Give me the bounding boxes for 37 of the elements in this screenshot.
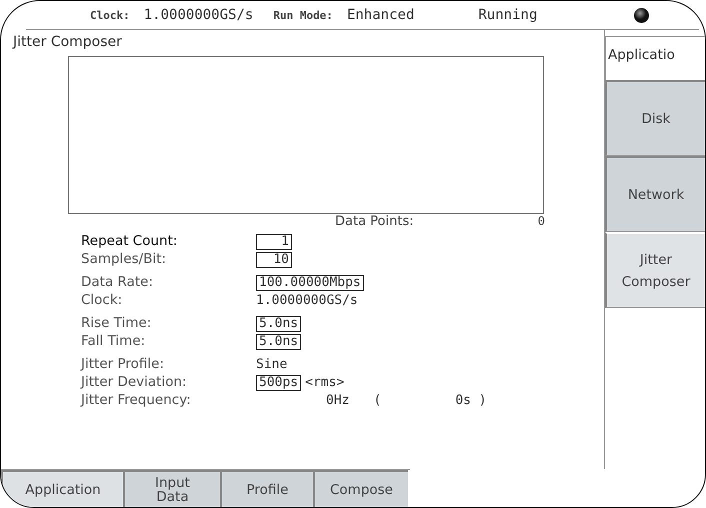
clock-value: 1.0000000GS/s (144, 7, 254, 23)
value-text: Sine (256, 357, 288, 372)
value-field[interactable]: 5.0ns (256, 334, 302, 350)
tab[interactable]: Application (1, 470, 123, 507)
menu-button[interactable]: Network (605, 156, 705, 232)
field-label: Jitter Frequency: (81, 392, 192, 409)
knob-icon (634, 8, 649, 22)
field-label: Samples/Bit: (81, 251, 168, 268)
run-mode-value: Enhanced (346, 7, 414, 23)
run-mode-label: Run Mode: (273, 8, 333, 22)
value-field[interactable]: 100.00000Mbps (256, 274, 364, 290)
field-label: Jitter Profile: (81, 356, 165, 373)
panel-title: Jitter Composer (13, 34, 123, 52)
run-state: Running (478, 7, 538, 23)
field-label: Repeat Count: (81, 233, 178, 250)
value-field[interactable]: 10 (256, 252, 292, 268)
value-field[interactable]: 500ps (256, 374, 302, 390)
tab[interactable]: Compose (313, 470, 408, 507)
paren-text: ( (373, 393, 382, 408)
data-points-label: Data Points: (335, 214, 414, 229)
clock-label: Clock: (90, 8, 130, 22)
value-text: 1.0000000GS/s (256, 293, 359, 308)
data-points-value: 0 (538, 214, 545, 229)
field-label: Clock: (81, 292, 124, 309)
value-field[interactable]: 1 (256, 234, 292, 250)
field-label: Jitter Deviation: (81, 374, 188, 391)
field-label: Rise Time: (81, 315, 152, 332)
value-field[interactable]: 5.0ns (256, 316, 302, 332)
menu-button[interactable]: Jitter Composer (605, 232, 705, 308)
period-text: 0s ) (455, 393, 487, 408)
menu-button[interactable]: Disk (605, 80, 705, 156)
tab[interactable]: Input Data (123, 470, 220, 507)
unit-label: <rms> (305, 375, 344, 390)
field-label: Fall Time: (81, 333, 146, 350)
field-label: Data Rate: (81, 274, 154, 291)
value-text: 0Hz (326, 393, 350, 408)
tab[interactable]: Profile (220, 470, 313, 507)
